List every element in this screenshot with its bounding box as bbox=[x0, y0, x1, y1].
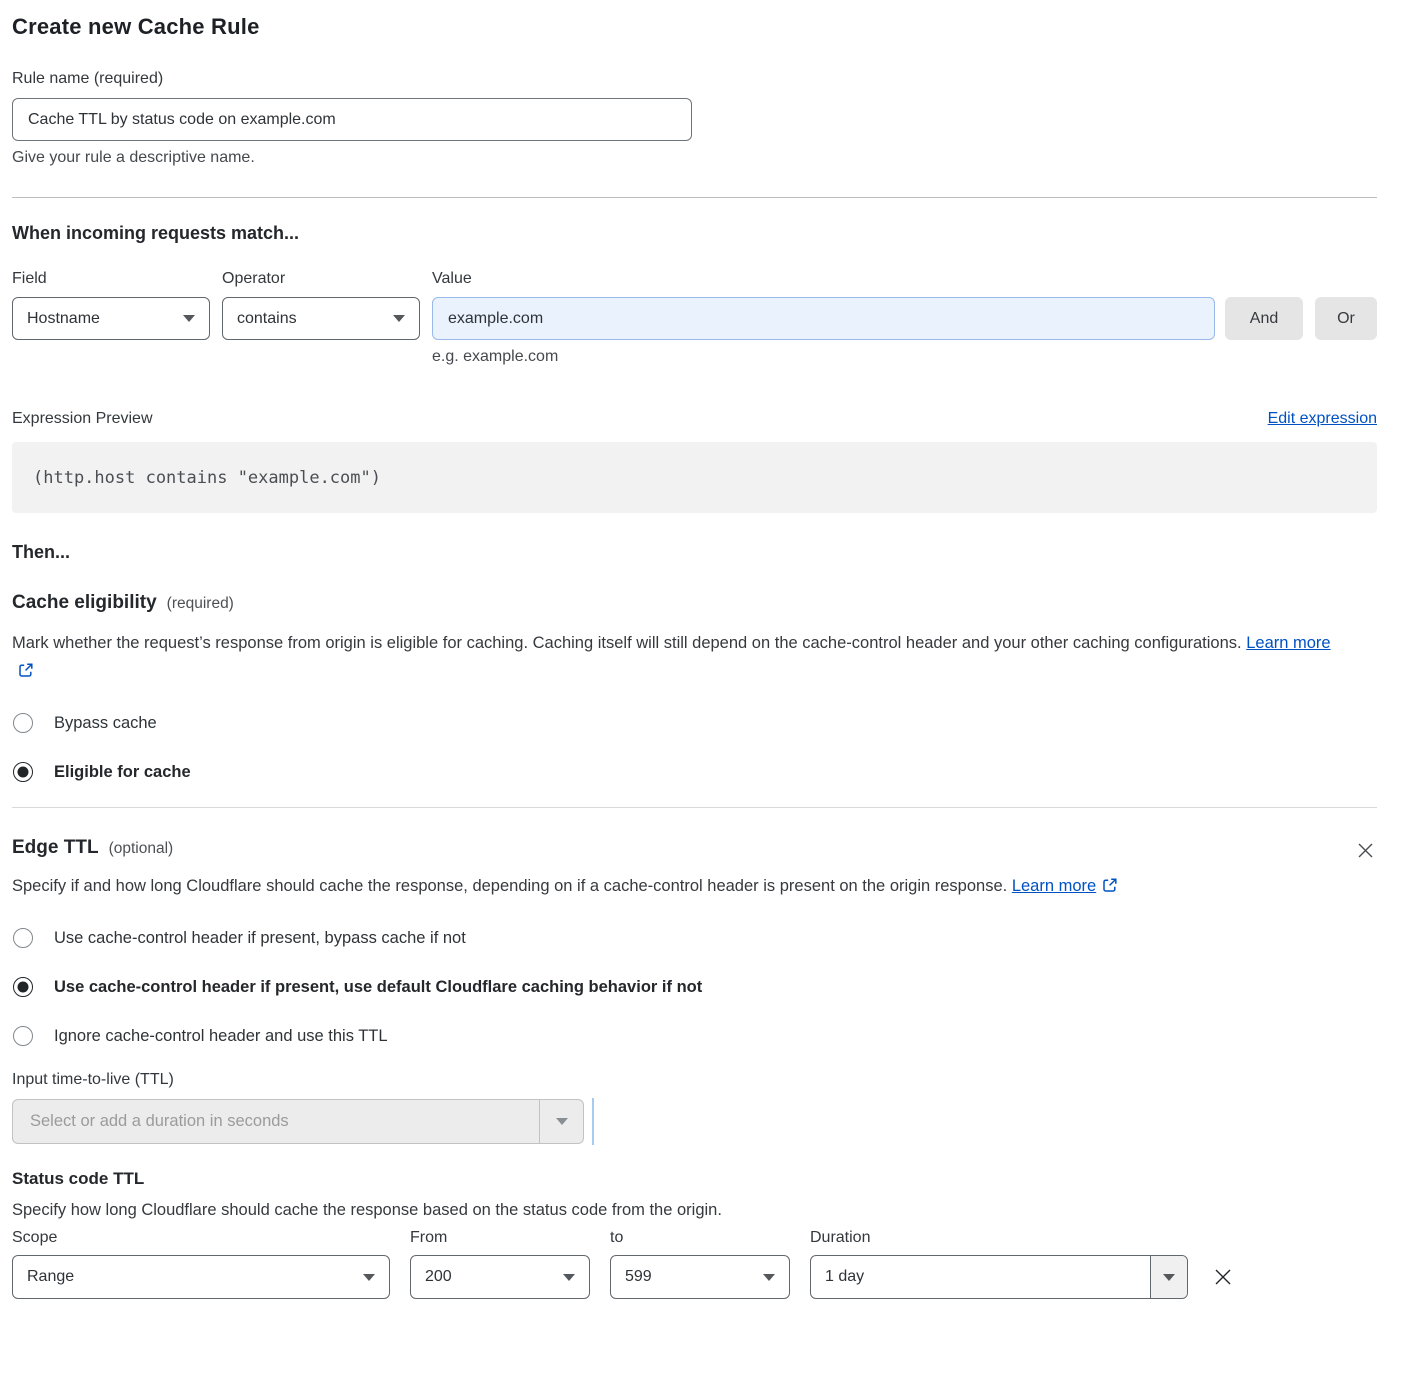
status-code-ttl-title: Status code TTL bbox=[12, 1169, 1377, 1189]
create-cache-rule-form: Create new Cache Rule Rule name (require… bbox=[12, 0, 1377, 1299]
chevron-down-icon bbox=[393, 315, 405, 322]
radio-unselected-icon[interactable] bbox=[13, 928, 33, 948]
match-heading: When incoming requests match... bbox=[12, 223, 1377, 244]
duration-select[interactable]: 1 day bbox=[810, 1255, 1188, 1299]
to-label: to bbox=[610, 1229, 810, 1247]
cache-eligibility-options: Bypass cache Eligible for cache bbox=[12, 709, 1377, 786]
radio-option-label: Bypass cache bbox=[54, 714, 157, 733]
edge-ttl-description: Specify if and how long Cloudflare shoul… bbox=[12, 872, 1352, 902]
operator-select-value: contains bbox=[237, 310, 297, 328]
duration-label: Duration bbox=[810, 1229, 870, 1247]
chevron-down-icon bbox=[363, 1274, 375, 1281]
radio-option-label: Eligible for cache bbox=[54, 763, 191, 782]
from-select-value: 200 bbox=[425, 1268, 452, 1286]
page-title: Create new Cache Rule bbox=[12, 14, 1377, 40]
cache-eligibility-description: Mark whether the request’s response from… bbox=[12, 629, 1352, 687]
radio-selected-icon[interactable] bbox=[13, 977, 33, 997]
value-input[interactable] bbox=[432, 297, 1215, 340]
radio-option-label: Use cache-control header if present, use… bbox=[54, 978, 702, 997]
radio-unselected-icon[interactable] bbox=[13, 713, 33, 733]
field-select[interactable]: Hostname bbox=[12, 297, 210, 340]
radio-option-ignore-header[interactable]: Ignore cache-control header and use this… bbox=[12, 1022, 1377, 1050]
cache-eligibility-description-text: Mark whether the request’s response from… bbox=[12, 634, 1242, 652]
value-help: e.g. example.com bbox=[432, 348, 1377, 366]
external-link-icon bbox=[1102, 874, 1118, 902]
cache-eligibility-title: Cache eligibility bbox=[12, 592, 157, 614]
chevron-down-icon bbox=[183, 315, 195, 322]
expression-preview-label: Expression Preview bbox=[12, 410, 153, 428]
edit-expression-link[interactable]: Edit expression bbox=[1268, 410, 1377, 428]
field-label: Field bbox=[12, 270, 222, 288]
from-select[interactable]: 200 bbox=[410, 1255, 590, 1299]
status-code-ttl-description: Specify how long Cloudflare should cache… bbox=[12, 1201, 1377, 1220]
rule-name-help: Give your rule a descriptive name. bbox=[12, 149, 1377, 167]
duration-select-value: 1 day bbox=[811, 1256, 1150, 1298]
chevron-down-icon bbox=[563, 1274, 575, 1281]
value-label: Value bbox=[432, 270, 472, 288]
radio-option-bypass-cache[interactable]: Bypass cache bbox=[12, 709, 1377, 737]
and-button[interactable]: And bbox=[1225, 297, 1303, 340]
edge-ttl-options: Use cache-control header if present, byp… bbox=[12, 924, 1377, 1050]
chevron-down-icon bbox=[763, 1274, 775, 1281]
ttl-duration-select[interactable]: Select or add a duration in seconds bbox=[12, 1099, 584, 1144]
close-icon[interactable] bbox=[1356, 841, 1375, 860]
radio-selected-icon[interactable] bbox=[13, 762, 33, 782]
learn-more-link[interactable]: Learn more bbox=[1246, 634, 1330, 652]
close-icon[interactable] bbox=[1212, 1266, 1234, 1288]
field-select-value: Hostname bbox=[27, 310, 100, 328]
to-select[interactable]: 599 bbox=[610, 1255, 790, 1299]
to-select-value: 599 bbox=[625, 1268, 652, 1286]
edge-ttl-title: Edge TTL bbox=[12, 837, 99, 859]
radio-unselected-icon[interactable] bbox=[13, 1026, 33, 1046]
or-button[interactable]: Or bbox=[1315, 297, 1377, 340]
section-divider bbox=[12, 197, 1377, 198]
scope-select-value: Range bbox=[27, 1268, 74, 1286]
rule-name-label: Rule name (required) bbox=[12, 70, 1377, 88]
edge-ttl-description-text: Specify if and how long Cloudflare shoul… bbox=[12, 877, 1007, 895]
radio-option-eligible-for-cache[interactable]: Eligible for cache bbox=[12, 758, 1377, 786]
scope-label: Scope bbox=[12, 1229, 410, 1247]
text-cursor bbox=[592, 1098, 594, 1145]
radio-option-use-header-default[interactable]: Use cache-control header if present, use… bbox=[12, 973, 1377, 1001]
radio-option-label: Ignore cache-control header and use this… bbox=[54, 1027, 388, 1046]
then-heading: Then... bbox=[12, 542, 1377, 563]
radio-option-label: Use cache-control header if present, byp… bbox=[54, 929, 466, 948]
edge-ttl-optional: (optional) bbox=[109, 840, 174, 858]
learn-more-link[interactable]: Learn more bbox=[1012, 877, 1096, 895]
operator-select[interactable]: contains bbox=[222, 297, 420, 340]
ttl-input-label: Input time-to-live (TTL) bbox=[12, 1071, 1377, 1089]
chevron-down-icon[interactable] bbox=[539, 1100, 583, 1143]
external-link-icon bbox=[18, 659, 34, 687]
radio-option-use-header-bypass[interactable]: Use cache-control header if present, byp… bbox=[12, 924, 1377, 952]
section-divider bbox=[12, 807, 1377, 808]
expression-code-block: (http.host contains "example.com") bbox=[12, 442, 1377, 513]
expression-code: (http.host contains "example.com") bbox=[33, 468, 381, 488]
scope-select[interactable]: Range bbox=[12, 1255, 390, 1299]
operator-label: Operator bbox=[222, 270, 432, 288]
from-label: From bbox=[410, 1229, 610, 1247]
ttl-select-placeholder: Select or add a duration in seconds bbox=[13, 1100, 539, 1143]
cache-eligibility-required: (required) bbox=[167, 595, 234, 613]
rule-name-input[interactable] bbox=[12, 98, 692, 141]
chevron-down-icon[interactable] bbox=[1150, 1256, 1187, 1298]
